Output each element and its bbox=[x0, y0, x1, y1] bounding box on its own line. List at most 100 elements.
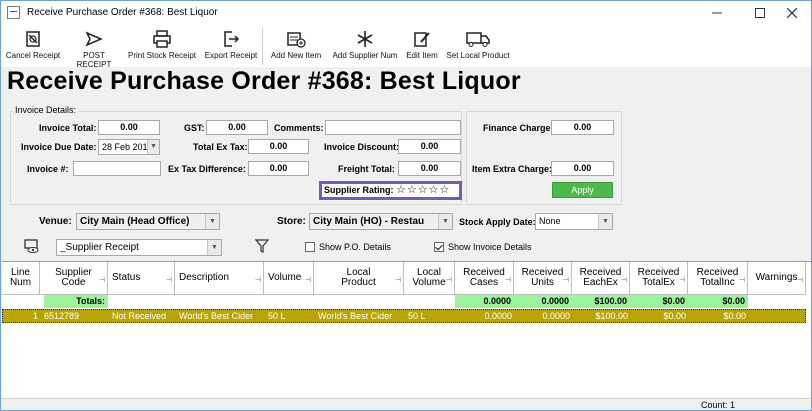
apply-button[interactable]: Apply bbox=[552, 182, 613, 198]
view-icon[interactable] bbox=[24, 239, 40, 255]
pin-icon[interactable]: ⊣ bbox=[739, 276, 745, 286]
column-header-label: Received EachEx bbox=[579, 267, 622, 288]
invoice-discount-field[interactable]: 0.00 bbox=[398, 139, 461, 154]
cell-received-units: 0.0000 bbox=[542, 311, 570, 321]
post-receipt-button[interactable]: POST RECEIPT bbox=[65, 25, 123, 69]
stock-apply-date-select[interactable]: None ▼ bbox=[535, 213, 613, 230]
cell-received-totalex: $0.00 bbox=[663, 311, 686, 321]
invoice-details-label: Invoice Details: bbox=[13, 105, 79, 115]
view-select[interactable]: _Supplier Receipt ▼ bbox=[56, 239, 222, 256]
asterisk-icon bbox=[357, 31, 373, 47]
pin-icon[interactable]: ⊣ bbox=[395, 276, 401, 286]
pin-icon[interactable]: ⊣ bbox=[446, 276, 452, 286]
invoice-total-field[interactable]: 0.00 bbox=[98, 120, 160, 135]
pin-icon[interactable]: ⊣ bbox=[563, 276, 569, 286]
cell-status: Not Received bbox=[112, 311, 167, 321]
close-icon[interactable] bbox=[773, 1, 811, 25]
invoice-due-date-value: 28 Feb 2018 bbox=[102, 142, 153, 152]
finance-charge-field[interactable]: 0.00 bbox=[551, 120, 614, 135]
venue-select[interactable]: City Main (Head Office) ▼ bbox=[76, 213, 220, 230]
column-header-label: Volume bbox=[268, 272, 302, 283]
column-header-received-eachex[interactable]: Received EachEx ⊣ bbox=[572, 262, 630, 295]
pin-icon[interactable]: ⊣ bbox=[305, 276, 311, 286]
show-invoice-details-checkbox[interactable] bbox=[434, 242, 444, 252]
window-title: Receive Purchase Order #368: Best Liquor bbox=[27, 7, 218, 18]
column-header-local-product[interactable]: Local Product ⊣ bbox=[314, 262, 404, 295]
cell-line-num: 1 bbox=[32, 311, 38, 321]
totals-received-eachex: $100.00 bbox=[572, 295, 630, 308]
export-receipt-button[interactable]: Export Receipt bbox=[201, 25, 261, 67]
table-row[interactable]: 1 6512789 Not Received World's Best Cide… bbox=[2, 309, 806, 323]
column-header-label: Supplier Code bbox=[55, 267, 92, 288]
cancel-receipt-button[interactable]: Cancel Receipt bbox=[3, 25, 63, 67]
print-stock-receipt-button[interactable]: Print Stock Receipt bbox=[125, 25, 199, 67]
column-header-local-volume[interactable]: Local Volume ⊣ bbox=[404, 262, 455, 295]
pin-icon[interactable]: ⊣ bbox=[621, 276, 627, 286]
cancel-receipt-label: Cancel Receipt bbox=[5, 51, 61, 60]
invoice-discount-label: Invoice Discount: bbox=[324, 142, 400, 152]
total-ex-tax-field[interactable]: 0.00 bbox=[248, 139, 309, 154]
column-header-received-units[interactable]: Received Units ⊣ bbox=[514, 262, 572, 295]
store-dropdown-icon[interactable]: ▼ bbox=[438, 214, 452, 229]
ex-tax-difference-field[interactable]: 0.00 bbox=[248, 161, 309, 176]
add-new-item-button[interactable]: Add New Item bbox=[265, 25, 327, 67]
item-extra-charge-field[interactable]: 0.00 bbox=[551, 161, 614, 176]
view-dropdown-icon[interactable]: ▼ bbox=[207, 240, 221, 255]
calendar-dropdown-icon[interactable]: ▼ bbox=[147, 140, 159, 154]
set-local-product-button[interactable]: Set Local Product bbox=[443, 25, 513, 67]
item-extra-charge-label: Item Extra Charge: bbox=[472, 164, 553, 174]
column-header-label: Received TotalInc bbox=[696, 267, 739, 288]
totals-received-units: 0.0000 bbox=[514, 295, 572, 308]
column-header-received-totalex[interactable]: Received TotalEx ⊣ bbox=[630, 262, 688, 295]
venue-dropdown-icon[interactable]: ▼ bbox=[205, 214, 219, 229]
supplier-rating[interactable]: Supplier Rating: ☆☆☆☆☆ bbox=[319, 181, 462, 200]
finance-charge-label: Finance Charge: bbox=[483, 123, 554, 133]
gst-field[interactable]: 0.00 bbox=[206, 120, 268, 135]
totals-received-cases: 0.0000 bbox=[455, 295, 514, 308]
pin-icon[interactable]: ⊣ bbox=[679, 276, 685, 286]
comments-label: Comments: bbox=[274, 123, 324, 133]
invoice-num-field[interactable] bbox=[73, 161, 161, 176]
column-header-description[interactable]: Description ⊣ bbox=[175, 262, 264, 295]
stock-apply-date-dropdown-icon[interactable]: ▼ bbox=[598, 214, 612, 229]
column-header-label: Status bbox=[112, 272, 141, 283]
column-header-supplier-code[interactable]: Supplier Code ⊣ bbox=[40, 262, 108, 295]
status-bar: Count: 1 bbox=[1, 398, 811, 410]
show-po-details-checkbox[interactable] bbox=[305, 242, 315, 252]
cell-description: World's Best Cider bbox=[179, 311, 254, 321]
printer-icon bbox=[153, 30, 171, 48]
row-count: Count: 1 bbox=[701, 400, 736, 410]
comments-field[interactable] bbox=[325, 120, 461, 135]
column-header-received-totalinc[interactable]: Received TotalInc ⊣ bbox=[688, 262, 748, 295]
view-value: _Supplier Receipt bbox=[60, 242, 139, 253]
invoice-due-date-picker[interactable]: 28 Feb 2018 ▼ bbox=[98, 139, 160, 155]
pin-icon[interactable]: ⊣ bbox=[99, 276, 105, 286]
store-select[interactable]: City Main (HO) - Restau ▼ bbox=[309, 213, 453, 230]
pin-icon[interactable]: ⊣ bbox=[255, 276, 261, 286]
column-header-label: Description bbox=[179, 272, 230, 283]
pin-icon[interactable]: ⊣ bbox=[166, 276, 172, 286]
column-header-label: Received TotalEx bbox=[637, 267, 680, 288]
ex-tax-difference-label: Ex Tax Difference: bbox=[168, 164, 246, 174]
minimize-icon[interactable] bbox=[698, 1, 736, 25]
column-header-label: Local Product bbox=[341, 267, 376, 288]
edit-item-button[interactable]: Edit Item bbox=[402, 25, 442, 67]
pin-icon[interactable]: ⊣ bbox=[505, 276, 511, 286]
receipt-grid: Line Num Supplier Code ⊣ Status ⊣ Descript… bbox=[2, 261, 811, 398]
totals-row: Totals: 0.0000 0.0000 $100.00 $0.00 $0.0… bbox=[2, 295, 806, 308]
star-rating-icons[interactable]: ☆☆☆☆☆ bbox=[396, 184, 450, 196]
pin-icon[interactable]: ⊣ bbox=[797, 276, 803, 286]
column-header-volume[interactable]: Volume ⊣ bbox=[264, 262, 314, 295]
column-header-warnings[interactable]: Warnings ⊣ bbox=[748, 262, 806, 295]
column-header-status[interactable]: Status ⊣ bbox=[108, 262, 175, 295]
column-header-line-num[interactable]: Line Num bbox=[2, 262, 40, 295]
freight-total-field[interactable]: 0.00 bbox=[398, 161, 461, 176]
filter-icon[interactable] bbox=[254, 239, 270, 255]
add-supplier-num-button[interactable]: Add Supplier Num bbox=[329, 25, 401, 67]
add-item-icon bbox=[287, 32, 306, 48]
totals-label: Totals: bbox=[44, 295, 108, 308]
edit-icon bbox=[414, 32, 430, 47]
column-header-label: Line Num bbox=[9, 267, 32, 288]
window: Receive Purchase Order #368: Best Liquor… bbox=[0, 0, 812, 411]
column-header-received-cases[interactable]: Received Cases ⊣ bbox=[455, 262, 514, 295]
